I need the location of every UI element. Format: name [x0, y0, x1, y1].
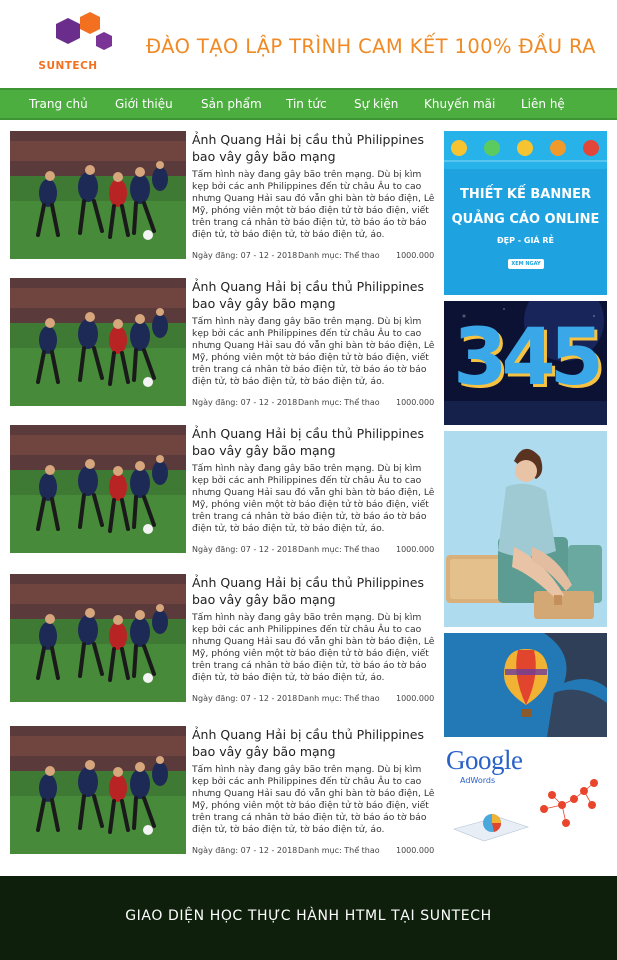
- article-thumbnail[interactable]: [10, 278, 186, 406]
- article-category[interactable]: Danh mục: Thể thao: [298, 251, 380, 260]
- article-date: Ngày đăng: 07 - 12 - 2018: [192, 398, 298, 407]
- article-title[interactable]: Ảnh Quang Hải bị cầu thủ Philippines bao…: [192, 131, 437, 165]
- article-views: 1000.000: [396, 251, 435, 260]
- ad-banner-design[interactable]: THIẾT KẾ BANNER QUẢNG CÁO ONLINE ĐẸP - G…: [444, 131, 607, 295]
- balloon-ad-graphic: [444, 633, 607, 737]
- article-excerpt: Tấm hình này đang gây bão trên mạng. Dù …: [192, 612, 435, 683]
- article-thumbnail[interactable]: [10, 131, 186, 259]
- article-item: Ảnh Quang Hải bị cầu thủ Philippines bao…: [10, 278, 435, 408]
- adwords-ad-graphic: [453, 779, 598, 842]
- nav-item-khuyen-mai[interactable]: Khuyến mãi: [424, 97, 495, 111]
- article-views: 1000.000: [396, 545, 435, 554]
- article-views: 1000.000: [396, 398, 435, 407]
- article-date: Ngày đăng: 07 - 12 - 2018: [192, 846, 298, 855]
- ad-cta-button[interactable]: XEM NGAY: [508, 261, 544, 267]
- article-date: Ngày đăng: 07 - 12 - 2018: [192, 694, 298, 703]
- footer-text: GIAO DIỆN HỌC THỰC HÀNH HTML TẠI SUNTECH: [125, 908, 492, 924]
- main-navigation: Trang chủ Giới thiệu Sản phẩm Tin tức Sự…: [0, 88, 617, 120]
- article-title[interactable]: Ảnh Quang Hải bị cầu thủ Philippines bao…: [192, 425, 437, 459]
- article-excerpt: Tấm hình này đang gây bão trên mạng. Dù …: [192, 463, 435, 534]
- article-title[interactable]: Ảnh Quang Hải bị cầu thủ Philippines bao…: [192, 278, 437, 312]
- ad-line-2: QUẢNG CÁO ONLINE: [451, 212, 600, 227]
- ad-adwords[interactable]: Google AdWords: [444, 743, 607, 849]
- pie-chart-icon: [453, 814, 529, 842]
- ad-numbers[interactable]: 345: [444, 301, 607, 425]
- article-category[interactable]: Danh mục: Thể thao: [298, 545, 380, 554]
- header-slogan: ĐÀO TẠO LẬP TRÌNH CAM KẾT 100% ĐẦU RA: [146, 35, 596, 58]
- article-excerpt: Tấm hình này đang gây bão trên mạng. Dù …: [192, 169, 435, 240]
- nav-item-lien-he[interactable]: Liên hệ: [521, 97, 565, 111]
- article-thumbnail[interactable]: [10, 726, 186, 854]
- article-item: Ảnh Quang Hải bị cầu thủ Philippines bao…: [10, 726, 435, 856]
- article-excerpt: Tấm hình này đang gây bão trên mạng. Dù …: [192, 316, 435, 387]
- article-title[interactable]: Ảnh Quang Hải bị cầu thủ Philippines bao…: [192, 574, 437, 608]
- logo-hexagons-icon: [56, 12, 112, 50]
- article-thumbnail[interactable]: [10, 425, 186, 553]
- suntech-logo[interactable]: SUNTECH: [38, 12, 118, 74]
- article-views: 1000.000: [396, 846, 435, 855]
- logo-text: SUNTECH: [38, 60, 98, 72]
- nav-item-tin-tuc[interactable]: Tin tức: [286, 97, 327, 111]
- ad-digits: 345: [453, 313, 604, 403]
- ad-line-3: ĐẸP - GIÁ RẺ: [496, 236, 555, 245]
- article-excerpt: Tấm hình này đang gây bão trên mạng. Dù …: [192, 764, 435, 835]
- article-date: Ngày đăng: 07 - 12 - 2018: [192, 251, 298, 260]
- nav-item-san-pham[interactable]: Sản phẩm: [201, 97, 262, 111]
- article-thumbnail[interactable]: [10, 574, 186, 702]
- article-views: 1000.000: [396, 694, 435, 703]
- ad-line-1: THIẾT KẾ BANNER: [460, 187, 591, 202]
- article-category[interactable]: Danh mục: Thể thao: [298, 694, 380, 703]
- article-category[interactable]: Danh mục: Thể thao: [298, 398, 380, 407]
- article-item: Ảnh Quang Hải bị cầu thủ Philippines bao…: [10, 574, 435, 704]
- ad-fashion[interactable]: [444, 431, 607, 627]
- article-item: Ảnh Quang Hải bị cầu thủ Philippines bao…: [10, 425, 435, 555]
- nav-item-su-kien[interactable]: Sự kiện: [354, 97, 398, 111]
- nav-item-gioi-thieu[interactable]: Giới thiệu: [115, 97, 173, 111]
- article-title[interactable]: Ảnh Quang Hải bị cầu thủ Philippines bao…: [192, 726, 437, 760]
- fashion-ad-graphic: [444, 431, 607, 627]
- article-category[interactable]: Danh mục: Thể thao: [298, 846, 380, 855]
- site-header: SUNTECH ĐÀO TẠO LẬP TRÌNH CAM KẾT 100% Đ…: [0, 0, 617, 88]
- site-footer: GIAO DIỆN HỌC THỰC HÀNH HTML TẠI SUNTECH: [0, 876, 617, 960]
- people-network-icon: [540, 779, 598, 827]
- nav-item-trang-chu[interactable]: Trang chủ: [29, 97, 88, 111]
- ad-balloon[interactable]: [444, 633, 607, 737]
- article-date: Ngày đăng: 07 - 12 - 2018: [192, 545, 298, 554]
- article-item: Ảnh Quang Hải bị cầu thủ Philippines bao…: [10, 131, 435, 261]
